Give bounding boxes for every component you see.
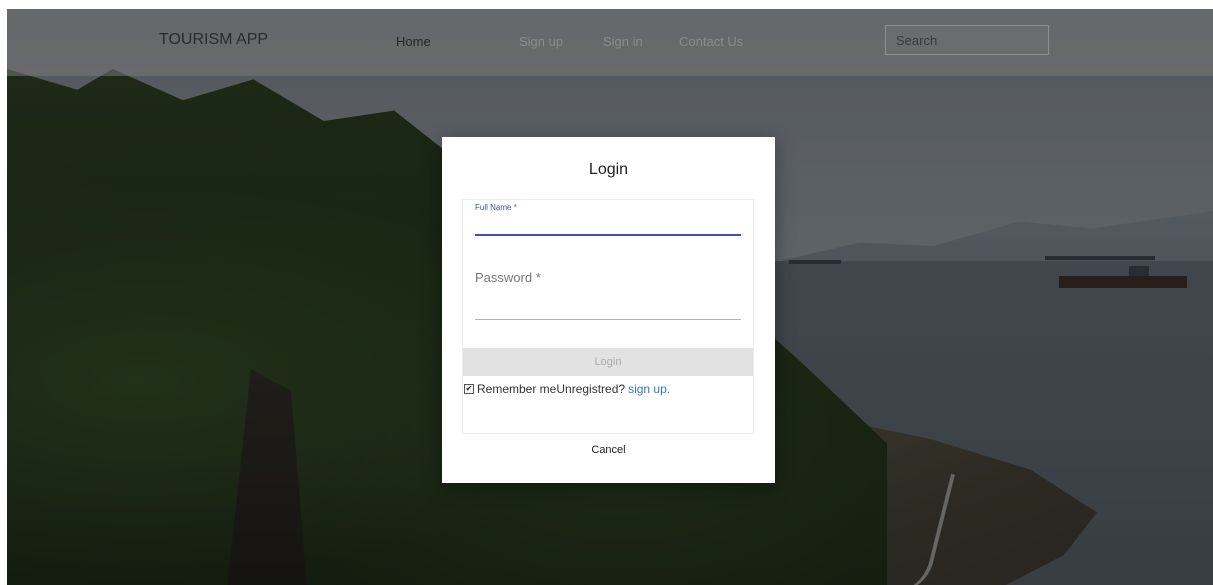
login-modal: Login Full Name * Password * Login ✔ Rem… <box>442 137 775 483</box>
remember-me-label[interactable]: Remember me <box>477 382 556 396</box>
required-marker: * <box>535 270 541 285</box>
search-input[interactable] <box>885 25 1049 55</box>
navbar: TOURISM APP Home Sign up Sign in Contact… <box>7 9 1213 76</box>
nav-link-contact-us[interactable]: Contact Us <box>679 34 743 49</box>
password-label: Password * <box>475 270 541 285</box>
full-name-label: Full Name * <box>475 203 517 212</box>
nav-link-home[interactable]: Home <box>396 34 431 49</box>
cancel-button[interactable]: Cancel <box>442 443 775 457</box>
remember-me-checkbox[interactable]: ✔ <box>464 384 474 394</box>
brand-logo[interactable]: TOURISM APP <box>159 31 268 49</box>
sign-up-link[interactable]: sign up. <box>628 382 670 396</box>
nav-link-sign-in[interactable]: Sign in <box>603 34 643 49</box>
login-button[interactable]: Login <box>463 348 753 376</box>
nav-link-sign-up[interactable]: Sign up <box>519 34 563 49</box>
modal-title: Login <box>588 161 629 178</box>
full-name-input[interactable] <box>475 216 741 236</box>
login-form: Full Name * Password * Login ✔ Remember … <box>462 199 754 434</box>
unregistered-text: Unregistred? <box>556 382 626 396</box>
password-input[interactable] <box>475 300 741 320</box>
app-window: TOURISM APP Home Sign up Sign in Contact… <box>7 9 1213 585</box>
remember-row: ✔ Remember me Unregistred? sign up. <box>464 382 670 396</box>
required-marker: * <box>513 203 517 212</box>
